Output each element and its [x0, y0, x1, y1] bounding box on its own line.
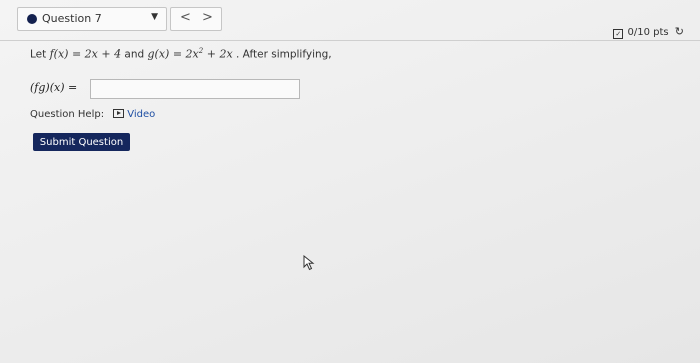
problem-statement: Let f(x) = 2x + 4 and g(x) = 2x2 + 2x . … [30, 47, 450, 61]
question-selector-label: Question 7 [42, 12, 102, 25]
question-selector[interactable]: Question 7 ▼ [17, 7, 167, 31]
problem-and-text: and [124, 48, 148, 61]
submit-question-button[interactable]: Submit Question [33, 133, 130, 151]
previous-question-button[interactable]: < [180, 10, 191, 26]
video-play-icon [113, 109, 125, 118]
mouse-pointer-icon [303, 254, 315, 275]
g-definition-tail: + 2x [203, 47, 233, 61]
problem-after-text: . After simplifying, [236, 48, 332, 61]
g-definition: g(x) = 2x [147, 47, 199, 61]
question-navigation: < > [170, 7, 222, 31]
problem-lead-text: Let [30, 48, 50, 61]
answer-input[interactable] [90, 79, 300, 99]
chevron-down-icon: ▼ [151, 12, 158, 22]
question-help: Question Help: Video [30, 109, 155, 120]
score-text: 0/10 pts [627, 27, 669, 38]
f-definition: f(x) = 2x + 4 [49, 47, 122, 61]
question-page: Question 7 ▼ < > ✓ 0/10 pts ↻ Let f(x) =… [0, 0, 700, 363]
question-toolbar: Question 7 ▼ < > ✓ 0/10 pts ↻ [0, 0, 700, 41]
retry-icon[interactable]: ↻ [675, 25, 684, 38]
question-status-dot-icon [27, 14, 37, 24]
next-question-button[interactable]: > [202, 10, 213, 26]
video-link-label: Video [127, 109, 156, 120]
checkbox-icon: ✓ [613, 29, 624, 39]
score-display: ✓ 0/10 pts ↻ [613, 25, 684, 39]
answer-label: (fg)(x) = [30, 81, 78, 94]
video-help-link[interactable]: Video [113, 109, 155, 120]
question-help-label: Question Help: [30, 109, 105, 120]
